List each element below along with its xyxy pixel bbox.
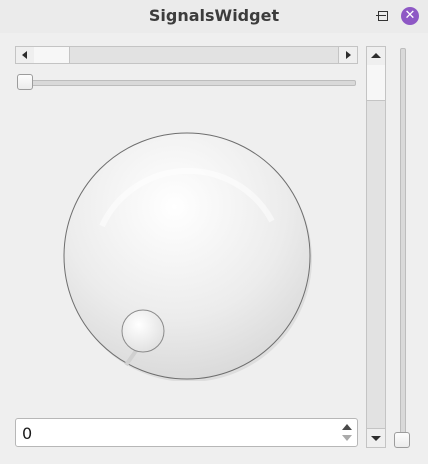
spin-box[interactable]: 0 [15, 418, 358, 447]
vertical-slider-handle[interactable] [394, 432, 410, 448]
scroll-up-button[interactable] [367, 47, 385, 66]
vertical-slider-groove [400, 48, 406, 446]
horizontal-slider-handle[interactable] [17, 74, 33, 90]
spin-up-icon[interactable] [342, 424, 352, 430]
maximize-icon[interactable] [378, 11, 388, 21]
arrow-down-icon [371, 436, 381, 441]
scroll-right-button[interactable] [338, 47, 357, 63]
spin-down-icon[interactable] [342, 435, 352, 441]
vertical-scrollbar[interactable] [366, 46, 386, 448]
horizontal-slider-groove [17, 80, 356, 86]
spin-box-value[interactable]: 0 [22, 424, 32, 443]
vertical-scrollbar-thumb[interactable] [367, 65, 385, 101]
horizontal-scrollbar[interactable] [15, 46, 358, 64]
arrow-left-icon [22, 51, 27, 59]
scroll-left-button[interactable] [16, 47, 35, 63]
vertical-slider[interactable] [392, 46, 412, 448]
dial-knob[interactable] [121, 309, 165, 353]
scroll-down-button[interactable] [367, 428, 385, 447]
horizontal-slider[interactable] [15, 72, 358, 92]
title-bar[interactable]: SignalsWidget ✕ [0, 0, 428, 33]
arrow-right-icon [346, 51, 351, 59]
close-icon[interactable]: ✕ [401, 7, 419, 25]
window-title: SignalsWidget [148, 6, 280, 25]
dial[interactable] [62, 131, 312, 381]
horizontal-scrollbar-thumb[interactable] [34, 47, 70, 63]
arrow-up-icon [371, 53, 381, 58]
